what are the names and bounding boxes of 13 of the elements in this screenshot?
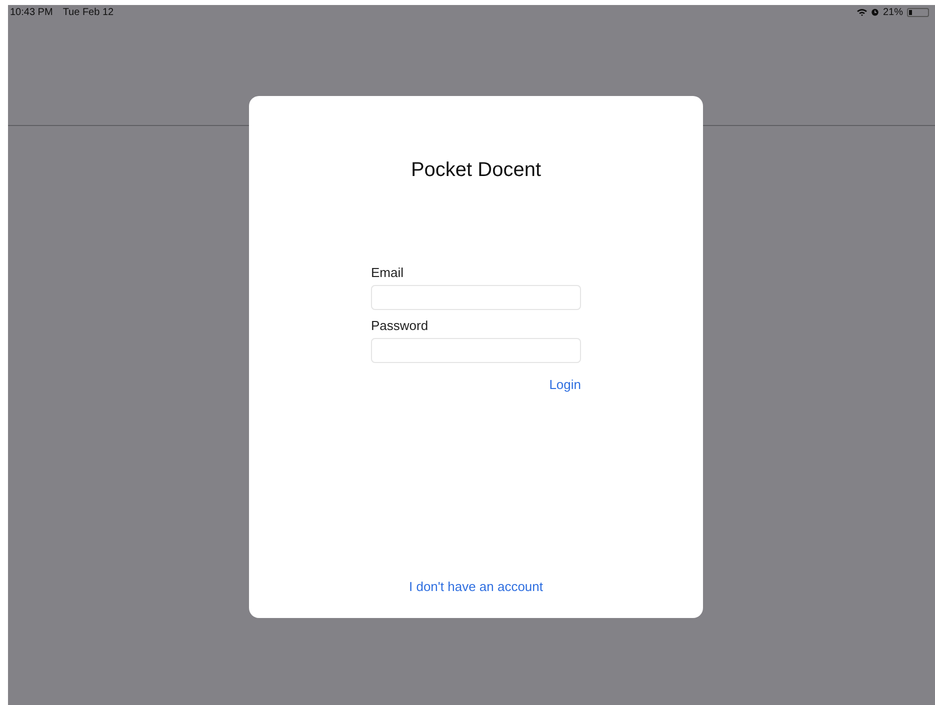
login-link[interactable]: Login [549,377,581,392]
status-date: Tue Feb 12 [62,6,114,18]
wifi-icon [856,8,867,16]
field-label: Email [371,265,405,280]
signup-link[interactable]: I don't have an account [408,579,544,594]
status-time: 10:43 PM [10,6,53,18]
dialog-title: Pocket Docent [410,159,542,182]
input-field[interactable] [371,338,581,363]
battery-percent: 21% [882,6,903,18]
input-field[interactable] [371,285,581,310]
battery-icon [907,8,929,16]
field-label: Password [371,318,430,333]
alarm-icon [870,8,879,16]
